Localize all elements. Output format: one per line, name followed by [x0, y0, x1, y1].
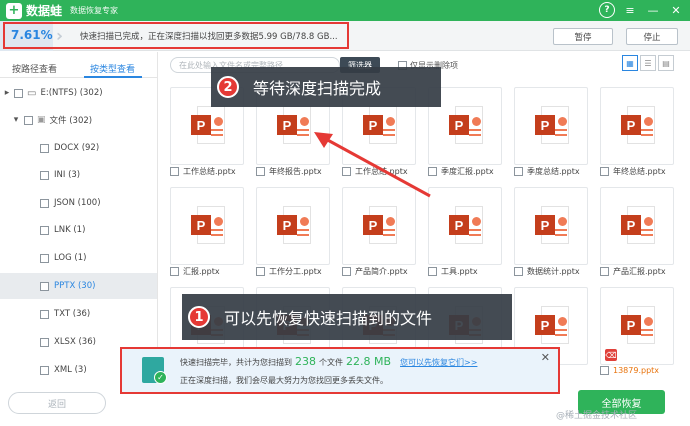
notification-prefix: 快速扫描完毕，共计为您扫描到 [180, 358, 292, 367]
scan-complete-notification: ✓ 快速扫描完毕，共计为您扫描到 238 个文件 22.8 MB 您可以先恢复它… [120, 347, 560, 394]
watermark: @稀土掘金技术社区 [556, 411, 638, 421]
step2-number: 2 [217, 76, 239, 98]
recover-now-link[interactable]: 您可以先恢复它们>> [400, 357, 477, 368]
step1-text: 可以先恢复快速扫描到的文件 [224, 309, 433, 328]
document-check-icon: ✓ [142, 357, 167, 384]
notification-summary: 快速扫描完毕，共计为您扫描到 238 个文件 22.8 MB 您可以先恢复它们>… [180, 355, 477, 368]
notification-deep-scan-text: 正在深度扫描，我们会尽最大努力为您找回更多丢失文件。 [180, 376, 388, 385]
step1-number: 1 [188, 306, 210, 328]
notification-count: 238 [295, 355, 316, 368]
back-button[interactable]: 返回 [8, 392, 106, 414]
step2-text: 等待深度扫描完成 [253, 79, 382, 98]
step2-callout: 2 等待深度扫描完成 [211, 67, 441, 107]
notification-size: 22.8 MB [346, 355, 392, 368]
notification-close-icon[interactable]: ✕ [541, 351, 550, 364]
step1-callout: 1 可以先恢复快速扫描到的文件 [182, 294, 512, 340]
notification-count-unit: 个文件 [319, 358, 343, 367]
